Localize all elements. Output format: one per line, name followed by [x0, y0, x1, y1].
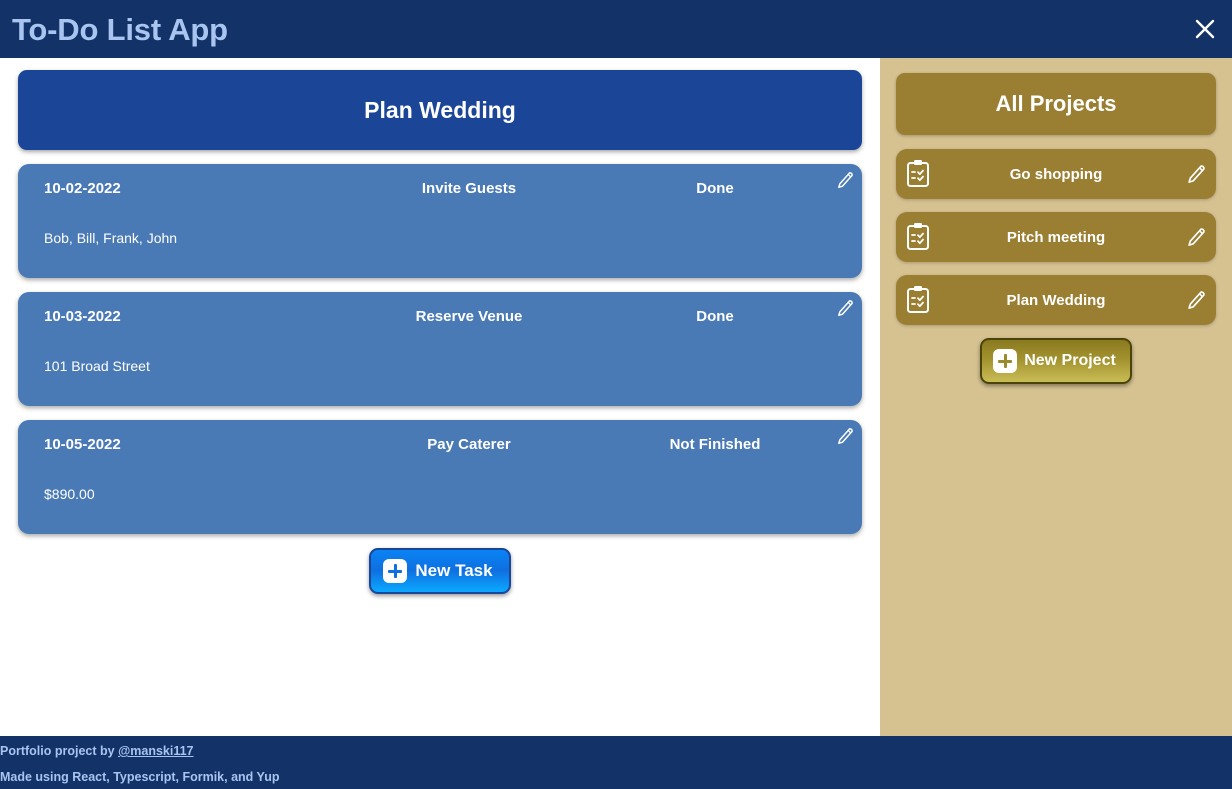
task-status: Not Finished	[669, 436, 761, 453]
task-date: 10-03-2022	[44, 308, 121, 325]
task-status: Done	[696, 308, 734, 325]
pencil-icon[interactable]	[1186, 164, 1206, 184]
project-title-banner[interactable]: Plan Wedding	[18, 70, 862, 150]
task-detail: $890.00	[44, 486, 95, 502]
new-project-label: New Project	[1024, 352, 1116, 369]
task-card[interactable]: 10-03-2022 Reserve Venue Done 101 Broad …	[18, 292, 862, 406]
sidebar-item-plan-wedding[interactable]: Plan Wedding	[896, 275, 1216, 325]
task-name: Reserve Venue	[415, 308, 523, 325]
page-title: To-Do List App	[12, 11, 228, 47]
pencil-icon[interactable]	[836, 427, 854, 445]
task-detail: Bob, Bill, Frank, John	[44, 230, 178, 246]
main-panel: Plan Wedding 10-02-2022 Invite Guests Do…	[0, 58, 880, 736]
task-summary-row: 10-02-2022 Invite Guests Done	[26, 180, 844, 197]
sidebar-item-pitch-meeting[interactable]: Pitch meeting	[896, 212, 1216, 262]
task-name: Invite Guests	[421, 180, 517, 197]
app-header: To-Do List App	[0, 0, 1232, 58]
app-footer: Portfolio project by @manski117 Made usi…	[0, 736, 1232, 789]
task-date: 10-02-2022	[44, 180, 121, 197]
pencil-icon[interactable]	[1186, 290, 1206, 310]
pencil-icon[interactable]	[1186, 227, 1206, 247]
task-date: 10-05-2022	[44, 436, 121, 453]
sidebar: All Projects Go shopping Pitch meeting P…	[880, 58, 1232, 736]
footer-credit-line: Portfolio project by @manski117	[0, 744, 1232, 758]
task-summary-row: 10-05-2022 Pay Caterer Not Finished	[26, 436, 844, 453]
footer-tech-line: Made using React, Typescript, Formik, an…	[0, 770, 280, 785]
plus-icon	[993, 349, 1018, 373]
app-window: To-Do List App Plan Wedding 10-02-2022 I…	[0, 0, 1232, 789]
new-task-container: New Task	[18, 548, 862, 594]
task-summary-row: 10-03-2022 Reserve Venue Done	[26, 308, 844, 325]
task-list: 10-02-2022 Invite Guests Done Bob, Bill,…	[18, 164, 862, 534]
new-project-button[interactable]: New Project	[980, 338, 1132, 384]
footer-credit-prefix: Portfolio project by	[0, 744, 119, 758]
new-task-label: New Task	[415, 561, 493, 580]
close-icon[interactable]	[1192, 16, 1218, 42]
task-status: Done	[696, 180, 734, 197]
pencil-icon[interactable]	[836, 171, 854, 189]
task-name: Pay Caterer	[427, 436, 511, 453]
app-body: Plan Wedding 10-02-2022 Invite Guests Do…	[0, 58, 1232, 736]
author-link[interactable]: @manski117	[118, 744, 193, 758]
sidebar-item-label: Plan Wedding	[1006, 291, 1106, 309]
task-card[interactable]: 10-02-2022 Invite Guests Done Bob, Bill,…	[18, 164, 862, 278]
clipboard-checklist-icon	[904, 159, 932, 189]
clipboard-checklist-icon	[904, 285, 932, 315]
plus-icon	[383, 559, 408, 583]
task-detail: 101 Broad Street	[44, 358, 150, 374]
new-task-button[interactable]: New Task	[369, 548, 511, 594]
sidebar-item-label: Pitch meeting	[1006, 228, 1106, 246]
sidebar-item-label: Go shopping	[1009, 165, 1103, 183]
pencil-icon[interactable]	[836, 299, 854, 317]
new-project-container: New Project	[896, 338, 1216, 384]
clipboard-checklist-icon	[904, 222, 932, 252]
project-list: Go shopping Pitch meeting Plan Wedding	[896, 149, 1216, 325]
all-projects-button[interactable]: All Projects	[896, 73, 1216, 135]
task-card[interactable]: 10-05-2022 Pay Caterer Not Finished $890…	[18, 420, 862, 534]
sidebar-item-go-shopping[interactable]: Go shopping	[896, 149, 1216, 199]
